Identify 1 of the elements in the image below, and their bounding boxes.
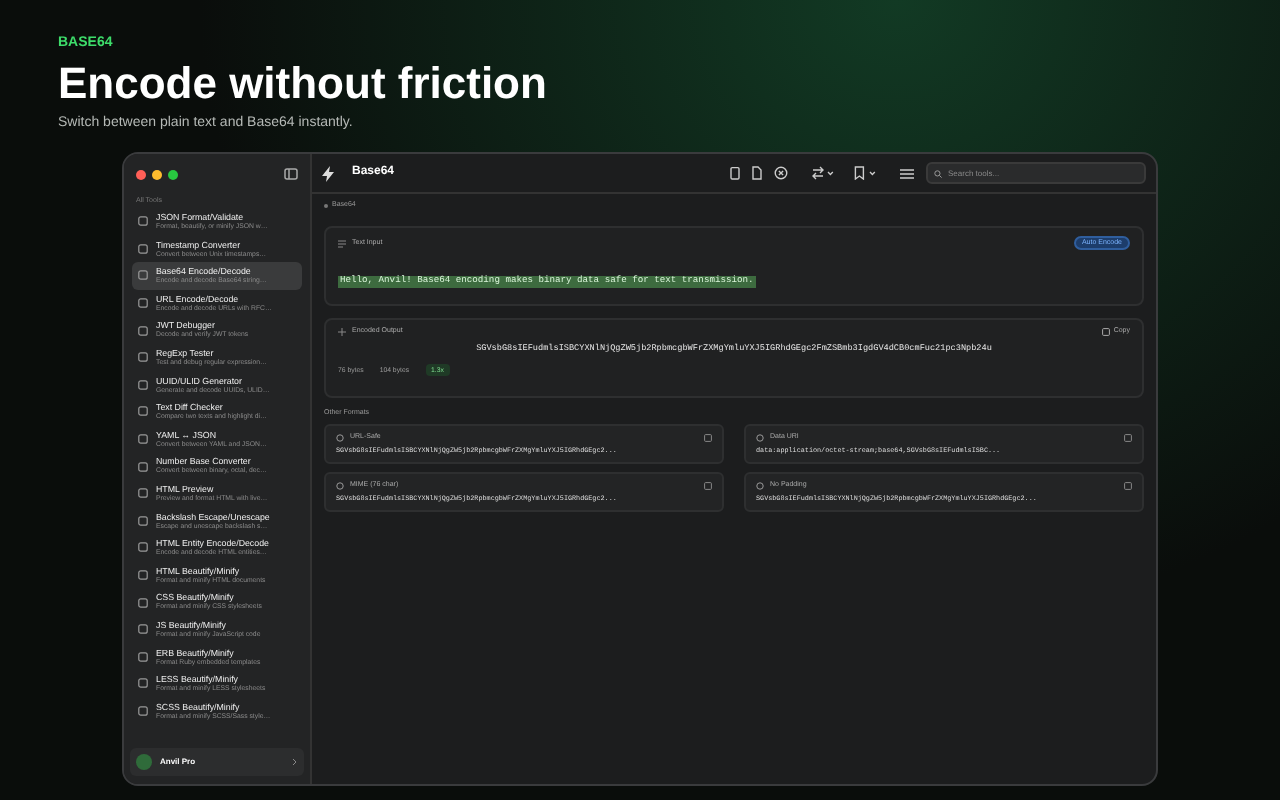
hero-title: Encode without friction <box>58 58 547 110</box>
